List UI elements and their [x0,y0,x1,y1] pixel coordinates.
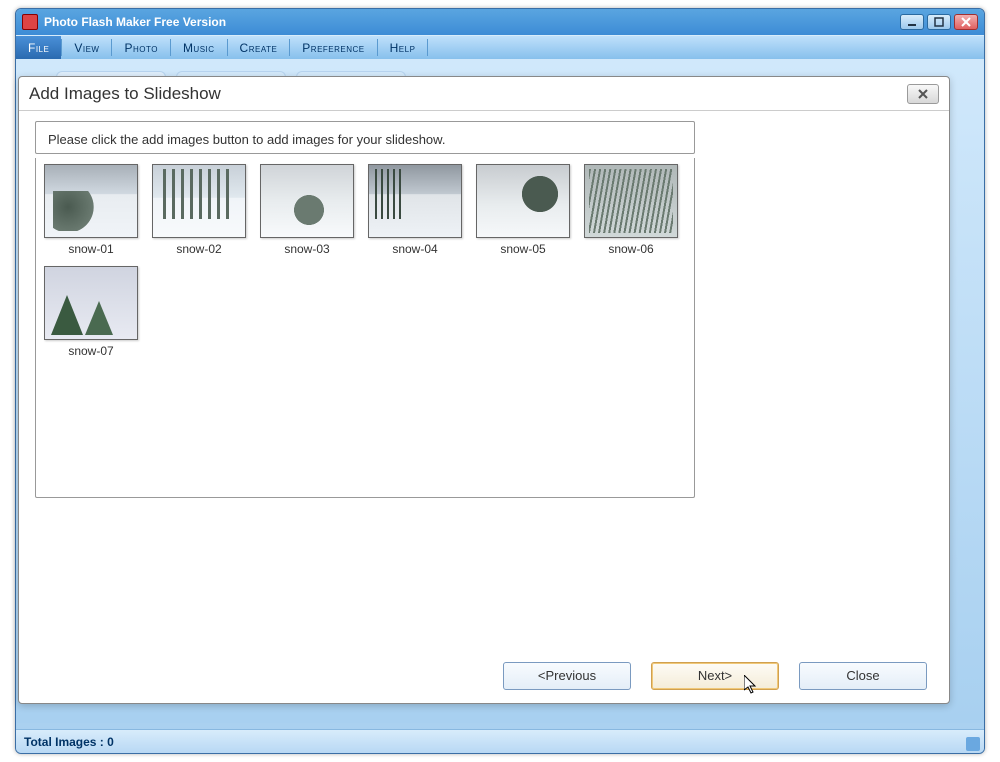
menu-create[interactable]: Create [228,36,290,59]
thumbnail-image [44,266,138,340]
menu-music[interactable]: Music [171,36,227,59]
button-label: Close [846,668,879,683]
close-button[interactable]: Close [799,662,927,690]
thumbnail-label: snow-03 [284,242,329,256]
thumbnail-item[interactable]: snow-02 [152,164,246,256]
thumbnail-label: snow-07 [68,344,113,358]
thumbnail-area: snow-01 snow-02 snow-03 snow-04 snow-05 … [35,158,695,498]
menu-label: Create [240,41,278,55]
minimize-button[interactable] [900,14,924,30]
menu-view[interactable]: View [62,36,111,59]
thumbnail-image [368,164,462,238]
menu-label: Help [390,41,416,55]
dialog-footer: <Previous Next> Close [19,647,949,703]
instruction-text: Please click the add images button to ad… [48,132,445,147]
button-label: <Previous [538,668,596,683]
thumbnail-item[interactable]: snow-06 [584,164,678,256]
maximize-button[interactable] [927,14,951,30]
window-title: Photo Flash Maker Free Version [44,15,226,29]
thumbnail-label: snow-02 [176,242,221,256]
menu-label: File [28,41,49,55]
status-text: Total Images : 0 [24,735,114,749]
menu-label: Music [183,41,215,55]
thumbnail-image [152,164,246,238]
instruction-box: Please click the add images button to ad… [35,121,695,154]
dialog-close-button[interactable] [907,84,939,104]
add-images-dialog: Add Images to Slideshow Please click the… [18,76,950,704]
thumbnail-label: snow-06 [608,242,653,256]
thumbnail-image [260,164,354,238]
button-label: Next> [698,668,732,683]
window-close-button[interactable] [954,14,978,30]
menu-separator [427,39,428,56]
dialog-title: Add Images to Slideshow [29,84,221,104]
menu-file[interactable]: File [16,36,61,59]
titlebar[interactable]: Photo Flash Maker Free Version [16,9,984,35]
thumbnail-item[interactable]: snow-03 [260,164,354,256]
app-icon [22,14,38,30]
statusbar: Total Images : 0 [16,729,984,753]
menu-help[interactable]: Help [378,36,428,59]
dialog-titlebar[interactable]: Add Images to Slideshow [19,77,949,111]
cursor-icon [744,675,758,695]
menubar: File View Photo Music Create Preference … [16,35,984,59]
thumbnail-image [476,164,570,238]
thumbnail-item[interactable]: snow-07 [44,266,138,358]
thumbnail-item[interactable]: snow-04 [368,164,462,256]
thumbnail-label: snow-05 [500,242,545,256]
previous-button[interactable]: <Previous [503,662,631,690]
next-button[interactable]: Next> [651,662,779,690]
menu-preference[interactable]: Preference [290,36,376,59]
thumbnail-item[interactable]: snow-01 [44,164,138,256]
thumbnail-label: snow-04 [392,242,437,256]
menu-photo[interactable]: Photo [112,36,169,59]
thumbnail-label: snow-01 [68,242,113,256]
thumbnail-image [44,164,138,238]
menu-label: Preference [302,41,364,55]
thumbnail-image [584,164,678,238]
dialog-body: Please click the add images button to ad… [19,111,949,647]
menu-label: Photo [124,41,157,55]
menu-label: View [74,41,99,55]
thumbnail-item[interactable]: snow-05 [476,164,570,256]
resize-grip-icon[interactable] [966,737,980,751]
